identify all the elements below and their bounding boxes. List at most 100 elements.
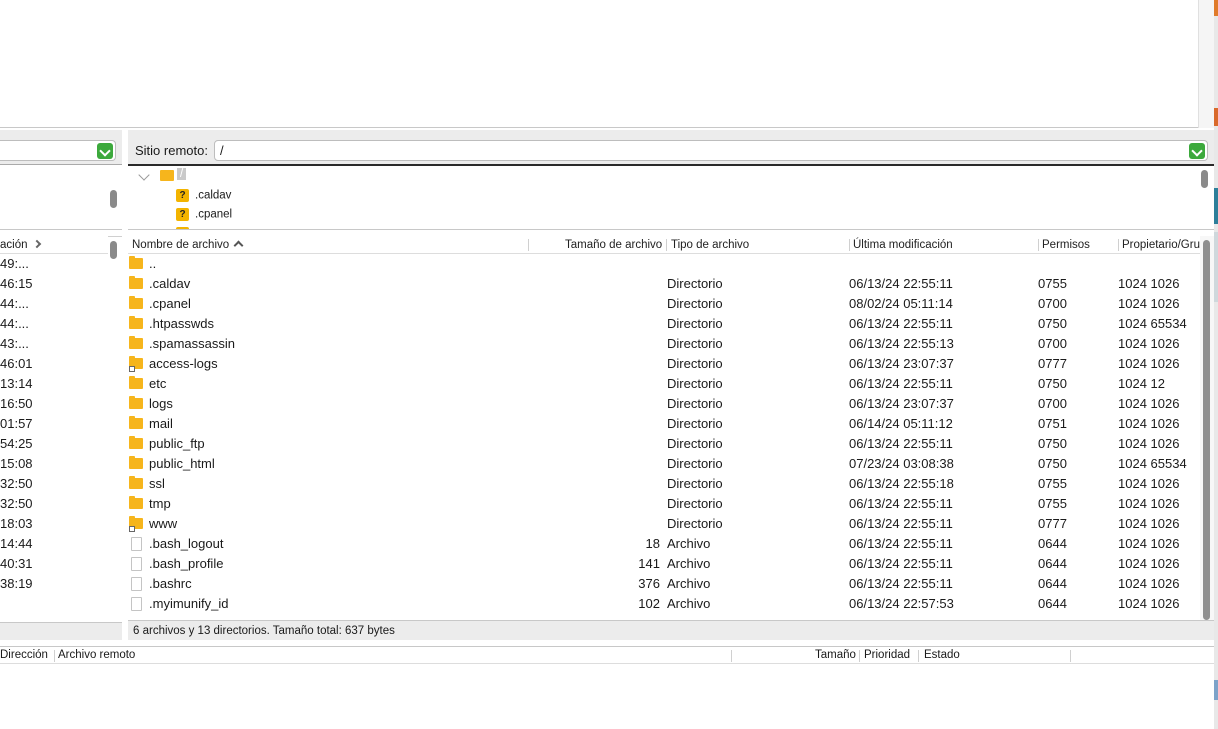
local-list-item[interactable]: 46:15 [0, 274, 108, 294]
cell-type: Directorio [667, 316, 723, 331]
table-row[interactable]: www Directorio 06/13/24 22:55:11 0777 1024 1… [128, 514, 1200, 534]
queue-column-status[interactable]: Estado [924, 647, 960, 664]
cell-perms: 0755 [1038, 496, 1067, 511]
table-row[interactable]: .bash_profile 141 Archivo 06/13/24 22:55:11… [128, 554, 1200, 574]
table-row[interactable]: .bashrc 376 Archivo 06/13/24 22:55:11 0644 10… [128, 574, 1200, 594]
remote-file-list[interactable]: .. .caldav Directorio 06/13/24 22:55:11 0755… [128, 254, 1200, 620]
column-filename[interactable]: Nombre de archivo [132, 236, 244, 253]
file-icon [131, 597, 142, 611]
table-row[interactable]: .myimunify_id 102 Archivo 06/13/24 22:57:53… [128, 594, 1200, 614]
cell-perms: 0644 [1038, 556, 1067, 571]
local-list-item[interactable]: 54:25 [0, 434, 108, 454]
local-column-header[interactable]: ación [0, 236, 108, 254]
local-tree-view[interactable] [0, 164, 122, 230]
message-log-scrollbar[interactable] [1198, 0, 1214, 128]
cell-perms: 0750 [1038, 436, 1067, 451]
tree-item-cpanel[interactable]: ? .cpanel [176, 208, 232, 221]
local-list-item[interactable]: 13:14 [0, 374, 108, 394]
folder-icon [129, 476, 143, 489]
remote-status-bar: 6 archivos y 13 directorios. Tamaño tota… [128, 620, 1214, 640]
cell-owner: 1024 1026 [1118, 416, 1180, 431]
column-modified[interactable]: Última modificación [853, 236, 953, 253]
cell-type: Directorio [667, 336, 723, 351]
local-path-combo[interactable] [0, 140, 116, 161]
tree-root-item[interactable]: / [177, 168, 187, 180]
column-type[interactable]: Tipo de archivo [671, 236, 749, 253]
column-permissions[interactable]: Permisos [1042, 236, 1090, 253]
table-row[interactable]: public_ftp Directorio 06/13/24 22:55:11 075… [128, 434, 1200, 454]
column-owner[interactable]: Propietario/Gru [1122, 236, 1200, 253]
remote-column-header[interactable]: Nombre de archivo Tamaño de archivo Tipo… [128, 236, 1210, 254]
queue-column-direction[interactable]: Dirección [0, 647, 48, 664]
local-list-item[interactable]: 15:08 [0, 454, 108, 474]
local-list-item[interactable]: 38:19 [0, 574, 108, 594]
remote-list-scroll-thumb[interactable] [1203, 240, 1210, 620]
local-list-item[interactable]: 32:50 [0, 474, 108, 494]
cell-modified: 06/13/24 22:55:11 [849, 436, 953, 451]
table-row[interactable]: .spamassassin Directorio 06/13/24 22:55:13… [128, 334, 1200, 354]
local-list-item[interactable]: 44:... [0, 314, 108, 334]
remote-tree-view[interactable]: / ? .caldav ? .cpanel [128, 164, 1214, 230]
cell-type: Directorio [667, 496, 723, 511]
local-list-item[interactable]: 40:31 [0, 554, 108, 574]
table-row[interactable]: ssl Directorio 06/13/24 22:55:18 0755 1024 1… [128, 474, 1200, 494]
local-list-scroll-thumb[interactable] [110, 241, 117, 259]
remote-tree-scroll-thumb[interactable] [1201, 170, 1208, 188]
sort-indicator-icon [32, 239, 42, 249]
local-list-item[interactable]: 43:... [0, 334, 108, 354]
table-row[interactable]: logs Directorio 06/13/24 23:07:37 0700 1024 … [128, 394, 1200, 414]
remote-path-value[interactable]: / [220, 143, 224, 158]
unknown-folder-icon: ? [176, 189, 189, 202]
table-row[interactable]: .caldav Directorio 06/13/24 22:55:11 0755 10… [128, 274, 1200, 294]
tree-item-caldav[interactable]: ? .caldav [176, 189, 231, 202]
remote-list-scrollbar[interactable] [1200, 236, 1214, 620]
local-list-item[interactable]: 44:... [0, 294, 108, 314]
cell-owner: 1024 12 [1118, 376, 1165, 391]
local-list-item[interactable]: 16:50 [0, 394, 108, 414]
tree-expand-chevron-icon[interactable] [138, 169, 150, 181]
queue-column-header[interactable]: Dirección Archivo remoto Tamaño Priorida… [0, 646, 1214, 664]
table-row[interactable]: tmp Directorio 06/13/24 22:55:11 0755 1024 1… [128, 494, 1200, 514]
local-list-item[interactable]: 46:01 [0, 354, 108, 374]
table-row[interactable]: .. [128, 254, 1200, 274]
cell-type: Archivo [667, 536, 711, 551]
table-row[interactable]: public_html Directorio 07/23/24 03:08:38 07… [128, 454, 1200, 474]
folder-icon [129, 416, 143, 429]
table-row[interactable]: .htpasswds Directorio 06/13/24 22:55:11 075… [128, 314, 1200, 334]
cell-size [528, 414, 660, 434]
cell-name: .htpasswds [149, 316, 215, 331]
cell-type: Directorio [667, 396, 723, 411]
cell-type: Directorio [667, 296, 723, 311]
folder-icon [129, 496, 143, 509]
queue-column-remote-file[interactable]: Archivo remoto [58, 647, 135, 664]
local-list-item[interactable]: 49:... [0, 254, 108, 274]
local-list-item[interactable]: 14:44 [0, 534, 108, 554]
table-row[interactable]: access-logs Directorio 06/13/24 23:07:37 07… [128, 354, 1200, 374]
cell-modified: 06/13/24 23:07:37 [849, 356, 954, 371]
local-list-item[interactable]: 01:57 [0, 414, 108, 434]
local-column-modified[interactable]: ación [0, 239, 28, 251]
table-row[interactable]: etc Directorio 06/13/24 22:55:11 0750 1024 1… [128, 374, 1200, 394]
queue-column-priority[interactable]: Prioridad [864, 647, 910, 664]
cell-size [528, 274, 660, 294]
cell-perms: 0644 [1038, 576, 1067, 591]
remote-path-combo[interactable]: / [214, 140, 1208, 161]
local-tree-scroll-thumb[interactable] [110, 190, 117, 208]
table-row[interactable]: mail Directorio 06/14/24 05:11:12 0751 1024 … [128, 414, 1200, 434]
local-list-item[interactable]: 32:50 [0, 494, 108, 514]
file-icon [131, 577, 142, 591]
cell-owner [1118, 254, 1200, 274]
cell-name: .caldav [149, 276, 191, 291]
table-row[interactable]: .cpanel Directorio 08/02/24 05:11:14 0700 10… [128, 294, 1200, 314]
cell-size: 376 [638, 576, 660, 591]
cell-owner: 1024 1026 [1118, 476, 1180, 491]
folder-icon [129, 436, 143, 449]
column-size[interactable]: Tamaño de archivo [565, 236, 662, 253]
chevron-down-icon[interactable] [1189, 143, 1205, 159]
cell-name: .spamassassin [149, 336, 235, 351]
chevron-down-icon[interactable] [97, 143, 113, 159]
table-row[interactable]: .bash_logout 18 Archivo 06/13/24 22:55:11 06… [128, 534, 1200, 554]
cell-perms: 0700 [1038, 396, 1067, 411]
queue-column-size[interactable]: Tamaño [815, 647, 856, 664]
local-list-item[interactable]: 18:03 [0, 514, 108, 534]
